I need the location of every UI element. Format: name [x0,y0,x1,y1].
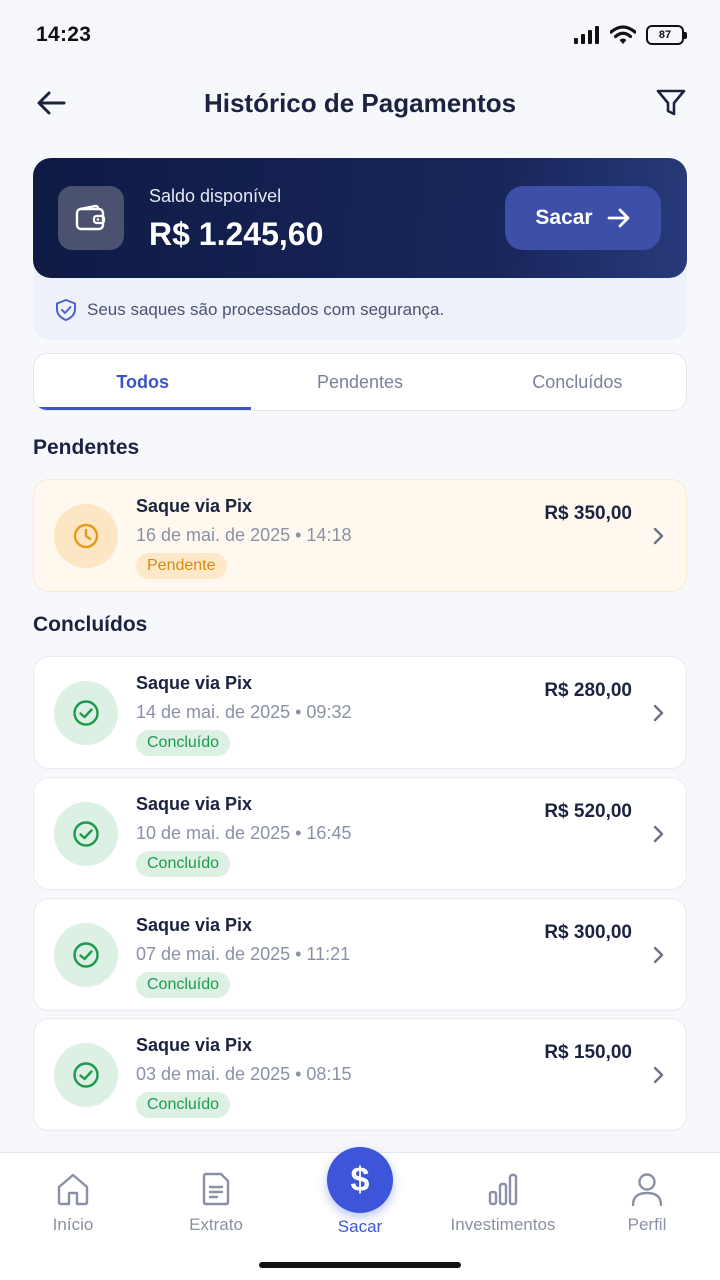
chevron-right-icon [653,704,664,722]
transaction-title: Saque via Pix [136,915,253,935]
chevron-right-icon [653,1066,664,1084]
transaction-date: 03 de mai. de 2025 • 08:15 [136,1064,352,1084]
arrow-left-icon [37,91,66,115]
battery-level: 87 [658,29,672,41]
status-icons: 87 [574,25,687,45]
signal-icon [574,26,599,44]
wallet-icon-box [58,186,124,250]
transaction-date: 10 de mai. de 2025 • 16:45 [136,823,352,843]
header: Histórico de Pagamentos [0,72,720,134]
wifi-icon [610,25,636,44]
status-time: 14:23 [36,23,92,46]
nav-withdraw-button[interactable]: $ [327,1147,393,1213]
balance-value: R$ 1.245,60 [149,216,324,252]
status-icon-circle [54,923,118,987]
nav-label-profile: Perfil [627,1215,667,1234]
balance-section: Saldo disponível R$ 1.245,60 Sacar Seus … [33,158,687,340]
status-badge: Concluído [136,730,231,756]
page-title: Histórico de Pagamentos [203,87,517,118]
transaction-card[interactable]: Saque via Pix 16 de mai. de 2025 • 14:18… [33,479,687,592]
withdraw-button[interactable]: Sacar [505,186,661,250]
transaction-card[interactable]: Saque via Pix 10 de mai. de 2025 • 16:45… [33,777,687,890]
nav-item-investments[interactable]: Investimentos [443,1171,563,1235]
section-title-pending: Pendentes [33,436,140,459]
home-indicator [259,1262,461,1268]
transaction-title: Saque via Pix [136,673,253,693]
status-bar: 14:23 87 [0,0,720,70]
tab-pending[interactable]: Pendentes [251,354,468,410]
check-circle-icon [73,821,99,847]
status-badge: Concluído [136,972,231,998]
chevron-right-icon [653,946,664,964]
tab-completed[interactable]: Concluídos [469,354,686,410]
dollar-icon: $ [350,1160,370,1199]
status-icon-circle [54,681,118,745]
nav-label-investments: Investimentos [450,1215,556,1234]
transaction-title: Saque via Pix [136,794,253,814]
home-icon [57,1173,89,1206]
wallet-icon [75,204,106,231]
chevron-right-icon [653,527,664,545]
check-circle-icon [73,942,99,968]
document-icon [202,1172,230,1206]
status-badge: Pendente [136,553,227,579]
transaction-title: Saque via Pix [136,1035,253,1055]
check-circle-icon [73,1062,99,1088]
security-text: Seus saques são processados com seguranç… [87,300,445,319]
security-note: Seus saques são processados com seguranç… [55,298,444,322]
transaction-date: 07 de mai. de 2025 • 11:21 [136,944,351,964]
nav-item-profile[interactable]: Perfil [587,1171,707,1235]
nav-item-statement[interactable]: Extrato [156,1171,276,1235]
status-icon-circle [54,1043,118,1107]
transaction-card[interactable]: Saque via Pix 03 de mai. de 2025 • 08:15… [33,1018,687,1131]
status-badge: Concluído [136,1092,231,1118]
user-icon [631,1173,663,1207]
nav-label-withdraw: Sacar [337,1217,383,1236]
arrow-right-icon [607,208,630,228]
transaction-date: 16 de mai. de 2025 • 14:18 [136,525,352,545]
transaction-title: Saque via Pix [136,496,253,516]
transaction-amount: R$ 300,00 [544,922,632,943]
clock-icon [73,523,99,549]
transaction-card[interactable]: Saque via Pix 07 de mai. de 2025 • 11:21… [33,898,687,1011]
nav-item-home[interactable]: Início [13,1171,133,1235]
withdraw-button-label: Sacar [535,206,593,229]
balance-label: Saldo disponível [149,186,282,206]
transaction-date: 14 de mai. de 2025 • 09:32 [136,702,352,722]
filter-tabs: Todos Pendentes Concluídos [33,353,687,411]
transaction-amount: R$ 520,00 [544,801,632,822]
filter-button[interactable] [654,86,688,120]
transaction-amount: R$ 150,00 [544,1042,632,1063]
shield-check-icon [56,299,76,321]
transaction-card[interactable]: Saque via Pix 14 de mai. de 2025 • 09:32… [33,656,687,769]
battery-icon: 87 [646,25,687,45]
nav-label-home: Início [52,1215,94,1234]
back-button[interactable] [34,86,68,120]
nav-label-statement: Extrato [189,1215,243,1234]
status-icon-circle [54,504,118,568]
section-title-completed: Concluídos [33,613,148,636]
bar-chart-icon [488,1173,518,1206]
filter-icon [656,89,686,116]
status-icon-circle [54,802,118,866]
status-badge: Concluído [136,851,231,877]
transaction-amount: R$ 280,00 [544,680,632,701]
check-circle-icon [73,700,99,726]
bottom-nav: Início Extrato $ Sacar Investimentos Per… [0,1147,720,1280]
transaction-amount: R$ 350,00 [544,503,632,524]
tab-all[interactable]: Todos [34,354,252,410]
chevron-right-icon [653,825,664,843]
balance-card: Saldo disponível R$ 1.245,60 Sacar [33,158,687,278]
